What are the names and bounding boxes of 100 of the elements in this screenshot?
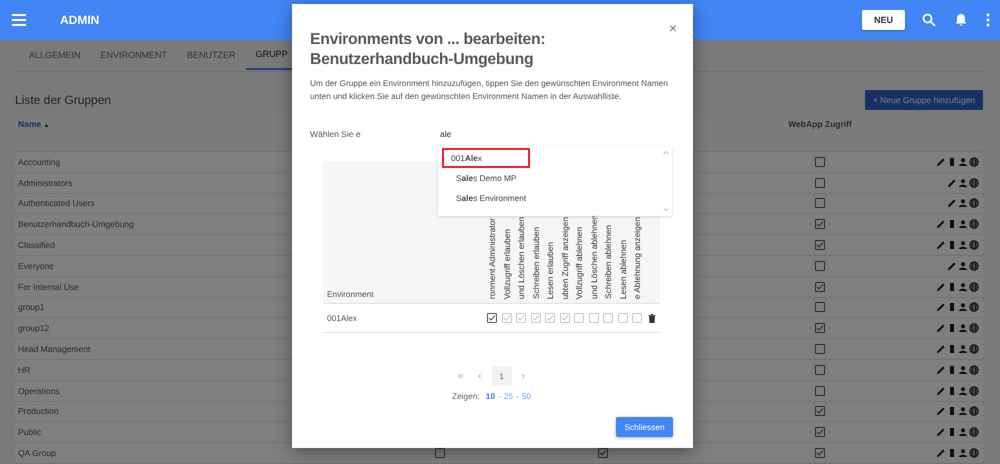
pencil-icon[interactable] — [936, 427, 946, 438]
page-button[interactable]: 1 — [492, 366, 512, 386]
globe-icon[interactable] — [969, 260, 979, 271]
suggestion-item[interactable]: 001Alex — [442, 148, 530, 168]
person-icon[interactable] — [958, 427, 968, 438]
checkbox[interactable] — [815, 302, 825, 312]
checkbox[interactable] — [815, 156, 825, 167]
checkbox[interactable] — [435, 448, 445, 458]
page-size-link[interactable]: 50 — [522, 391, 531, 401]
person-icon[interactable] — [958, 260, 968, 271]
checkbox[interactable] — [815, 448, 825, 458]
globe-icon[interactable] — [969, 386, 979, 396]
permission-header: Lesen ablehnen — [618, 240, 628, 299]
pencil-icon[interactable] — [936, 282, 946, 292]
person-icon[interactable] — [958, 219, 968, 230]
globe-icon[interactable] — [969, 448, 979, 458]
permission-header: e Ablehnung anzeigen — [632, 216, 642, 299]
permission-header: Schreiben ablehnen — [603, 225, 614, 299]
previous-page-button[interactable]: ‹ — [474, 370, 486, 382]
separator: - — [516, 391, 519, 401]
person-icon[interactable] — [958, 448, 968, 458]
person-icon[interactable] — [958, 323, 968, 334]
page-size-link[interactable]: 10 — [486, 391, 495, 401]
permission-header: Lesen erlauben — [545, 242, 556, 299]
checkbox[interactable] — [815, 406, 825, 416]
globe-icon[interactable] — [969, 406, 979, 416]
pencil-icon[interactable] — [936, 156, 946, 167]
checkbox[interactable] — [815, 178, 825, 188]
new-button[interactable]: NEU — [862, 10, 905, 30]
globe-icon[interactable] — [969, 323, 979, 334]
person-icon[interactable] — [958, 198, 968, 208]
pencil-icon[interactable] — [947, 198, 957, 208]
checkbox[interactable] — [815, 364, 825, 375]
trash-icon[interactable] — [648, 314, 656, 322]
checkbox[interactable] — [815, 386, 825, 396]
scrollbar-arrows-drawing[interactable] — [662, 148, 670, 214]
pencil-icon[interactable] — [936, 302, 946, 312]
checkbox[interactable] — [815, 282, 825, 292]
close-button[interactable]: × — [668, 20, 677, 36]
close-dialog-button[interactable]: Schliessen — [616, 417, 673, 437]
add-group-button[interactable]: + Neue Gruppe hinzufügen — [865, 90, 983, 110]
checkbox[interactable] — [815, 323, 825, 334]
pencil-icon[interactable] — [936, 240, 946, 250]
pencil-icon[interactable] — [936, 219, 946, 230]
person-icon[interactable] — [958, 178, 968, 188]
pencil-icon[interactable] — [936, 344, 946, 354]
more-icon[interactable] — [986, 13, 990, 27]
globe-icon[interactable] — [969, 198, 979, 208]
person-icon[interactable] — [958, 282, 968, 292]
pencil-icon[interactable] — [947, 178, 957, 188]
environment-header: Environment — [326, 289, 375, 301]
webapp-column-header: WebApp Zugriff — [788, 119, 852, 129]
globe-icon[interactable] — [969, 219, 979, 230]
page-size-link[interactable]: 25 — [504, 391, 513, 401]
group-name: HR — [17, 364, 32, 375]
pencil-icon[interactable] — [936, 448, 946, 458]
checkbox[interactable] — [815, 219, 825, 230]
next-page-button[interactable]: › — [518, 370, 530, 382]
dialog-title: Environments von ... bearbeiten: Benutzerhandbuch-Umgebung — [310, 30, 546, 70]
globe-icon[interactable] — [969, 240, 979, 250]
checkbox[interactable] — [598, 448, 608, 458]
pencil-icon[interactable] — [936, 364, 946, 375]
first-page-button[interactable]: « — [454, 370, 468, 382]
checkbox[interactable] — [487, 313, 498, 323]
suggestion-item[interactable]: Sales Demo MP — [442, 168, 530, 188]
globe-icon[interactable] — [969, 427, 979, 438]
pencil-icon[interactable] — [936, 406, 946, 416]
person-icon[interactable] — [958, 406, 968, 416]
tab[interactable]: BENUTZER — [177, 40, 246, 70]
person-icon[interactable] — [958, 302, 968, 312]
pencil-icon[interactable] — [936, 386, 946, 396]
checkbox[interactable] — [815, 260, 825, 271]
globe-icon[interactable] — [969, 178, 979, 188]
pencil-icon[interactable] — [936, 323, 946, 334]
tab[interactable]: ALLGEMEIN — [19, 40, 91, 70]
menu-icon[interactable] — [12, 14, 26, 26]
permission-header: Vollzugriff ablehnen — [574, 226, 584, 299]
search-icon[interactable] — [922, 13, 936, 27]
checkbox[interactable] — [815, 240, 825, 250]
bell-icon[interactable] — [954, 13, 968, 27]
group-name: Classified — [17, 240, 56, 250]
globe-icon[interactable] — [969, 156, 979, 167]
person-icon[interactable] — [958, 386, 968, 396]
globe-icon[interactable] — [969, 364, 979, 375]
globe-icon[interactable] — [969, 302, 979, 312]
checkbox[interactable] — [815, 344, 825, 354]
person-icon[interactable] — [958, 240, 968, 250]
person-icon[interactable] — [958, 156, 968, 167]
tab[interactable]: ENVIRONMENT — [90, 40, 178, 70]
page-size-label: Zeigen: — [452, 391, 480, 401]
globe-icon[interactable] — [969, 344, 979, 354]
suggestion-item[interactable]: Sales Environment — [442, 188, 540, 208]
group-name: Accounting — [17, 156, 62, 167]
checkbox[interactable] — [815, 427, 825, 438]
person-icon[interactable] — [958, 364, 968, 375]
person-icon[interactable] — [958, 344, 968, 354]
pencil-icon[interactable] — [947, 260, 957, 271]
globe-icon[interactable] — [969, 282, 979, 292]
checkbox[interactable] — [815, 198, 825, 208]
environment-input[interactable]: ale — [440, 128, 470, 140]
